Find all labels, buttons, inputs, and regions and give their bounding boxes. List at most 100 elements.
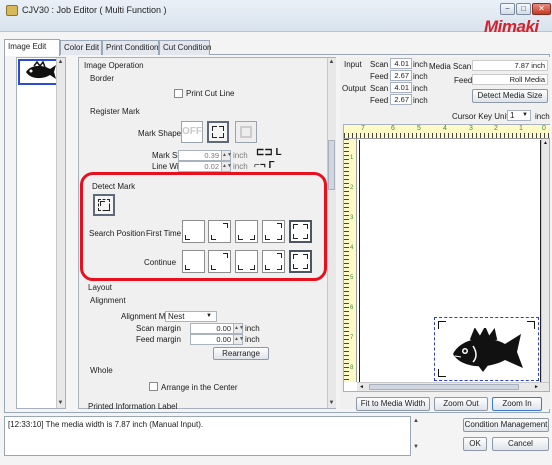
mark-shape-square-button[interactable] xyxy=(235,121,257,143)
maximize-button[interactable]: □ xyxy=(516,3,531,15)
layout-heading: Layout xyxy=(88,283,113,292)
vertical-ruler: 1 2 3 4 5 6 7 8 xyxy=(344,139,357,382)
input-label: Input xyxy=(344,60,362,69)
job-image-frame[interactable] xyxy=(434,317,539,381)
ruler-tick: 5 xyxy=(417,125,421,132)
preview-hscrollbar[interactable]: ◄ ► xyxy=(357,382,549,391)
feed-margin-input[interactable]: 0.00 ▲▼ xyxy=(190,334,244,345)
print-cut-line-checkbox[interactable] xyxy=(174,89,183,99)
ok-button[interactable]: OK xyxy=(463,437,487,451)
tab-cut-condition[interactable]: Cut Condition xyxy=(159,40,211,55)
scan-margin-value: 0.00 xyxy=(216,324,231,333)
printed-info-label: Printed Information Label xyxy=(88,402,178,409)
chevron-down-icon: ▼ xyxy=(522,112,528,118)
output-scan-label: Scan xyxy=(370,84,389,93)
ruler-tick: 2 xyxy=(494,125,498,132)
scroll-thumb[interactable] xyxy=(328,140,335,190)
media-feed-value: Roll Media xyxy=(472,74,548,85)
ruler-tick: 6 xyxy=(391,125,395,132)
zoom-out-button[interactable]: Zoom Out xyxy=(434,397,488,411)
scroll-down-arrow[interactable]: ▼ xyxy=(57,400,64,406)
detect-media-size-button[interactable]: Detect Media Size xyxy=(472,89,548,103)
spin-icon[interactable]: ▲▼ xyxy=(233,324,244,333)
preview-vscrollbar[interactable]: ▲ xyxy=(541,139,549,383)
output-feed-unit: inch xyxy=(413,96,428,105)
tab-color-edit[interactable]: Color Edit xyxy=(60,40,102,55)
ruler-tick: 7 xyxy=(350,335,354,341)
line-width-unit: inch xyxy=(233,162,248,171)
arrange-center-label: Arrange in the Center xyxy=(161,383,238,392)
media-scan-label: Media Scan xyxy=(429,62,472,71)
feed-margin-value: 0.00 xyxy=(216,335,231,344)
image-operation-heading: Image Operation xyxy=(84,61,144,70)
mimaki-logo: Mimaki xyxy=(484,17,539,36)
close-button[interactable]: ✕ xyxy=(532,3,551,15)
alignment-mode-value: Nest xyxy=(168,312,185,321)
mark-shape-label: Mark Shape xyxy=(138,129,182,138)
operation-scrollbar[interactable] xyxy=(327,58,336,408)
cancel-button[interactable]: Cancel xyxy=(492,437,549,451)
scroll-down-arrow[interactable]: ▼ xyxy=(328,400,335,406)
ruler-tick: 4 xyxy=(350,245,354,251)
tab-print-condition[interactable]: Print Condition xyxy=(102,40,159,55)
app-icon xyxy=(6,5,18,16)
scan-margin-unit: inch xyxy=(245,324,260,333)
ruler-tick: 4 xyxy=(443,125,447,132)
log-message: [12:33:10] The media width is 7.87 inch … xyxy=(8,420,204,429)
scroll-down-arrow[interactable]: ▼ xyxy=(412,444,420,450)
arrange-center-checkbox[interactable] xyxy=(149,382,158,392)
rearrange-button[interactable]: Rearrange xyxy=(213,347,269,360)
scan-margin-label: Scan margin xyxy=(136,324,181,333)
mark-size-icon: ⊏⊐ L xyxy=(256,147,282,158)
message-log: [12:33:10] The media width is 7.87 inch … xyxy=(4,416,411,456)
cursor-key-select[interactable]: 1 ▼ xyxy=(507,110,531,121)
fish-icon xyxy=(26,60,56,79)
minimize-button[interactable]: − xyxy=(500,3,515,15)
ruler-tick: 3 xyxy=(469,125,473,132)
scroll-left-arrow[interactable]: ◄ xyxy=(359,384,364,390)
media-feed-label: Feed xyxy=(454,76,473,85)
scroll-up-arrow[interactable]: ▲ xyxy=(328,59,335,65)
alignment-label: Alignment xyxy=(90,296,126,305)
spin-icon[interactable]: ▲▼ xyxy=(221,151,232,160)
whole-label: Whole xyxy=(90,366,113,375)
mark-size-unit: inch xyxy=(233,151,248,160)
ruler-tick: 5 xyxy=(350,275,354,281)
input-scan-label: Scan xyxy=(370,60,389,69)
scroll-up-arrow[interactable]: ▲ xyxy=(57,59,64,65)
line-width-input[interactable]: 0.02 ▲▼ xyxy=(178,161,232,172)
ruler-tick: 0 xyxy=(542,125,546,132)
scroll-up-arrow[interactable]: ▲ xyxy=(543,140,548,146)
mark-shape-corner-button[interactable] xyxy=(207,121,229,143)
media-left-edge xyxy=(359,140,360,382)
feed-margin-unit: inch xyxy=(245,335,260,344)
mark-size-input[interactable]: 0.39 ▲▼ xyxy=(178,150,232,161)
tab-image-edit[interactable]: Image Edit xyxy=(4,39,60,56)
mark-shape-off-button[interactable]: OFF xyxy=(181,121,203,143)
zoom-in-button[interactable]: Zoom In xyxy=(492,397,542,411)
ruler-tick: 2 xyxy=(350,185,354,191)
thumbnail-scrollbar[interactable] xyxy=(56,58,65,408)
scroll-thumb[interactable] xyxy=(369,384,519,390)
condition-management-button[interactable]: Condition Management xyxy=(463,418,549,432)
cursor-key-unit: inch xyxy=(535,112,550,121)
scroll-up-arrow[interactable]: ▲ xyxy=(412,418,420,424)
ruler-tick: 7 xyxy=(361,125,365,132)
input-feed-value: 2.67 xyxy=(390,70,412,81)
input-feed-unit: inch xyxy=(413,72,428,81)
alignment-mode-select[interactable]: Nest ▼ xyxy=(165,311,217,322)
border-section-label: Border xyxy=(90,74,115,83)
cursor-key-label: Cursor Key Unit xyxy=(452,112,509,121)
scroll-right-arrow[interactable]: ► xyxy=(534,384,539,390)
cursor-key-value: 1 xyxy=(510,111,515,120)
feed-margin-label: Feed margin xyxy=(136,335,181,344)
fit-media-width-button[interactable]: Fit to Media Width xyxy=(356,397,430,411)
media-scan-value: 7.87 inch xyxy=(472,60,548,71)
output-scan-unit: inch xyxy=(413,84,428,93)
mark-size-value: 0.39 xyxy=(204,151,219,160)
spin-icon[interactable]: ▲▼ xyxy=(233,335,244,344)
spin-icon[interactable]: ▲▼ xyxy=(221,162,232,171)
ruler-tick: 1 xyxy=(350,155,354,161)
scan-margin-input[interactable]: 0.00 ▲▼ xyxy=(190,323,244,334)
input-scan-unit: inch xyxy=(413,60,428,69)
